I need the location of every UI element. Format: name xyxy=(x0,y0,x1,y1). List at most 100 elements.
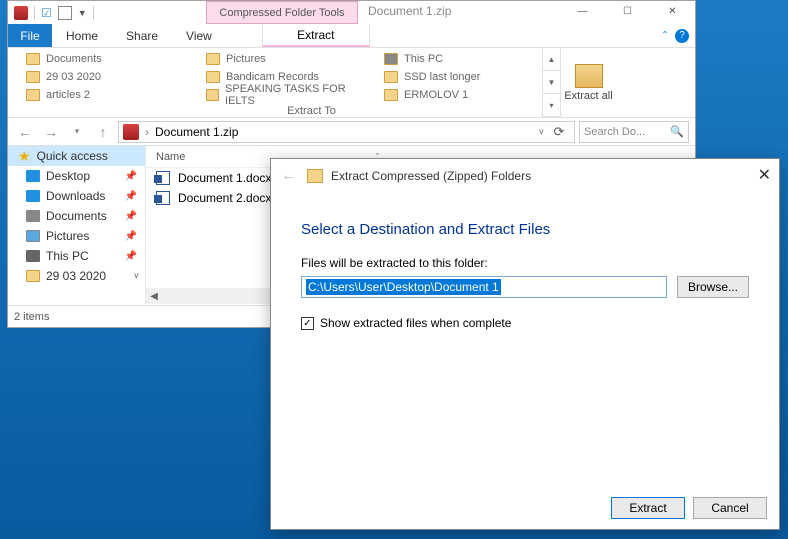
nav-label: 29 03 2020 xyxy=(46,269,106,283)
nav-label: Desktop xyxy=(46,169,90,183)
ribbon-dest[interactable]: Pictures xyxy=(206,51,366,67)
folder-icon xyxy=(206,53,220,65)
word-doc-icon xyxy=(156,191,170,205)
ribbon-dest[interactable]: SPEAKING TASKS FOR IELTS xyxy=(206,87,366,103)
pin-icon: 📌 xyxy=(125,251,137,262)
destination-path-input[interactable]: C:\Users\User\Desktop\Document 1 xyxy=(301,276,667,298)
downloads-icon xyxy=(26,190,40,202)
extract-dialog: ← Extract Compressed (Zipped) Folders ✕ … xyxy=(270,158,780,530)
ribbon-collapse-icon[interactable]: ˆ xyxy=(663,29,667,43)
folder-icon xyxy=(206,71,220,83)
nav-up-button[interactable]: ↑ xyxy=(92,121,114,143)
back-icon[interactable]: ← xyxy=(281,167,297,185)
search-placeholder: Search Do... xyxy=(584,126,645,138)
dialog-heading: Select a Destination and Extract Files xyxy=(301,221,749,238)
properties-icon[interactable]: ☑ xyxy=(41,6,52,20)
tab-view[interactable]: View xyxy=(172,24,226,47)
ribbon-dest[interactable]: SSD last longer xyxy=(384,69,542,85)
tab-extract[interactable]: Extract xyxy=(262,24,370,47)
folder-icon xyxy=(26,89,40,101)
breadcrumb-sep: › xyxy=(145,125,149,139)
ribbon-dest[interactable]: articles 2 xyxy=(26,87,188,103)
pin-icon: 📌 xyxy=(125,231,137,242)
archive-icon xyxy=(123,124,139,140)
nav-item-pictures[interactable]: Pictures 📌 xyxy=(8,226,145,246)
maximize-button[interactable]: ☐ xyxy=(605,1,650,21)
titlebar: ☑ ▼ Compressed Folder Tools Document 1.z… xyxy=(8,1,695,24)
ribbon-dest[interactable]: 29 03 2020 xyxy=(26,69,188,85)
pin-icon: 📌 xyxy=(125,191,137,202)
desktop-icon xyxy=(26,170,40,182)
file-name: Document 2.docx xyxy=(178,191,271,205)
scroll-up-icon[interactable]: ▲ xyxy=(543,48,560,71)
pictures-icon xyxy=(26,230,40,242)
refresh-button[interactable]: ⟳ xyxy=(548,124,570,140)
nav-label: Documents xyxy=(46,209,107,223)
nav-history-icon[interactable]: ▾ xyxy=(66,121,88,143)
tab-file[interactable]: File xyxy=(8,24,52,47)
pc-icon xyxy=(26,250,40,262)
checkbox-label: Show extracted files when complete xyxy=(320,316,511,330)
folder-icon xyxy=(26,270,40,282)
nav-label: Pictures xyxy=(46,229,89,243)
ribbon-dest[interactable]: Documents xyxy=(26,51,188,67)
pin-icon: 📌 xyxy=(125,171,137,182)
tab-home[interactable]: Home xyxy=(52,24,112,47)
browse-button[interactable]: Browse... xyxy=(677,276,749,298)
folder-icon xyxy=(384,89,398,101)
cancel-button[interactable]: Cancel xyxy=(693,497,767,519)
address-input[interactable]: › Document 1.zip ˅ ⟳ xyxy=(118,121,575,143)
ribbon: Documents 29 03 2020 articles 2 Pictures… xyxy=(8,48,695,118)
quick-access-toolbar: ☑ ▼ xyxy=(8,6,94,20)
nav-forward-button[interactable]: → xyxy=(40,121,62,143)
folder-icon xyxy=(206,89,219,101)
tab-share[interactable]: Share xyxy=(112,24,172,47)
show-extracted-checkbox[interactable]: ✓ Show extracted files when complete xyxy=(301,316,749,330)
ribbon-tabs: File Home Share View Extract ˆ ? xyxy=(8,24,695,48)
chevron-down-icon[interactable]: ˅ xyxy=(134,271,139,281)
documents-icon xyxy=(26,210,40,222)
extract-button[interactable]: Extract xyxy=(611,497,685,519)
address-bar: ← → ▾ ↑ › Document 1.zip ˅ ⟳ Search Do..… xyxy=(8,118,695,146)
nav-label: Downloads xyxy=(46,189,105,203)
address-dropdown-icon[interactable]: ˅ xyxy=(539,127,544,137)
extract-all-icon xyxy=(575,64,603,88)
new-folder-icon[interactable] xyxy=(58,6,72,20)
contextual-tab-label: Compressed Folder Tools xyxy=(206,1,358,24)
folder-icon xyxy=(384,71,398,83)
scroll-down-icon[interactable]: ▼ xyxy=(543,71,560,94)
pin-icon: 📌 xyxy=(125,211,137,222)
navigation-pane: ★ Quick access Desktop 📌 Downloads 📌 Docum… xyxy=(8,146,146,304)
word-doc-icon xyxy=(156,171,170,185)
dialog-buttons: Extract Cancel xyxy=(611,497,767,519)
help-icon[interactable]: ? xyxy=(675,29,689,43)
close-button[interactable]: ✕ xyxy=(758,165,771,185)
column-name-label: Name xyxy=(156,151,185,163)
qat-dropdown-icon[interactable]: ▼ xyxy=(78,8,87,18)
nav-item-downloads[interactable]: Downloads 📌 xyxy=(8,186,145,206)
nav-back-button[interactable]: ← xyxy=(14,121,36,143)
folder-icon xyxy=(26,53,40,65)
breadcrumb[interactable]: Document 1.zip xyxy=(155,125,238,139)
ribbon-dest[interactable]: This PC xyxy=(384,51,542,67)
nav-quick-access[interactable]: ★ Quick access xyxy=(8,146,145,166)
search-icon: 🔍 xyxy=(670,125,684,138)
separator xyxy=(93,6,94,20)
nav-item-thispc[interactable]: This PC 📌 xyxy=(8,246,145,266)
dialog-titlebar: ← Extract Compressed (Zipped) Folders ✕ xyxy=(271,159,779,193)
folder-icon xyxy=(26,71,40,83)
ribbon-section-label: Extract To xyxy=(8,105,615,117)
minimize-button[interactable]: — xyxy=(560,1,605,21)
app-icon xyxy=(14,6,28,20)
search-input[interactable]: Search Do... 🔍 xyxy=(579,121,689,143)
ribbon-dest[interactable]: ERMOLOV 1 xyxy=(384,87,542,103)
nav-item-folder[interactable]: 29 03 2020 ˅ xyxy=(8,266,145,286)
destination-path-value: C:\Users\User\Desktop\Document 1 xyxy=(306,279,501,295)
scroll-left-icon[interactable]: ◀ xyxy=(146,291,162,302)
nav-label: This PC xyxy=(46,249,89,263)
nav-item-documents[interactable]: Documents 📌 xyxy=(8,206,145,226)
close-button[interactable]: ✕ xyxy=(650,1,695,21)
file-name: Document 1.docx xyxy=(178,171,271,185)
nav-label: Quick access xyxy=(37,149,108,163)
nav-item-desktop[interactable]: Desktop 📌 xyxy=(8,166,145,186)
